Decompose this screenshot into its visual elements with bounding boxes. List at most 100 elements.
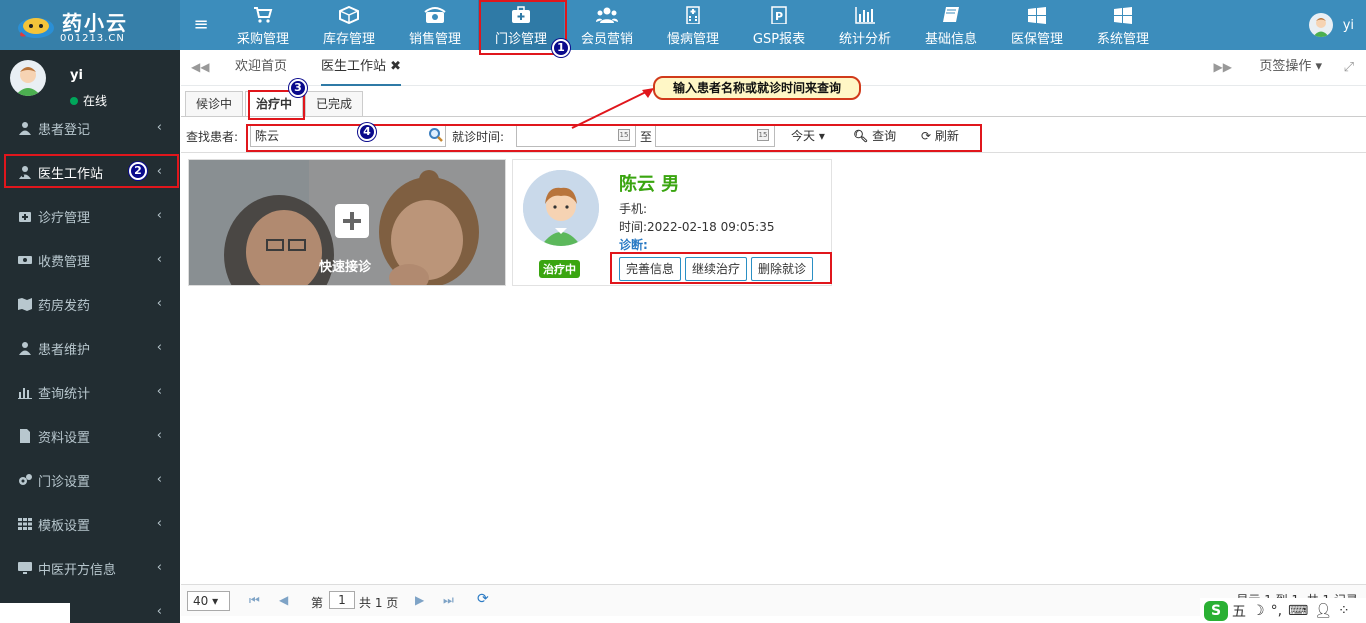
annotation-number: 4: [358, 123, 376, 141]
keyboard-icon: ⌨: [1288, 602, 1309, 619]
monitor-icon: [18, 562, 32, 574]
prev-page-icon[interactable]: ◀: [279, 593, 288, 607]
fullscreen-icon[interactable]: ⤢: [1344, 60, 1354, 75]
chevron-left-icon: ‹: [156, 516, 162, 531]
hospital-icon: [686, 6, 700, 24]
nav-inventory[interactable]: 库存管理: [306, 0, 392, 50]
annotation-number: 2: [129, 162, 147, 180]
user-menu[interactable]: yi: [1308, 12, 1354, 38]
sidebar-item-clinic-settings[interactable]: 门诊设置 ‹: [0, 458, 180, 502]
sidebar-item-label: 门诊设置: [38, 474, 91, 490]
tab-home[interactable]: 欢迎首页: [235, 50, 287, 86]
page-ops-dropdown[interactable]: 页签操作 ▾: [1259, 50, 1322, 84]
user-icon: [19, 342, 31, 355]
caret-down-icon: ▾: [1315, 59, 1322, 74]
page-size-select[interactable]: 40 ▾: [187, 591, 230, 611]
document-icon: [20, 429, 30, 443]
nav-basic[interactable]: 基础信息: [908, 0, 994, 50]
sidebar-user-name: yi: [70, 68, 83, 83]
sidebar-item-template-settings[interactable]: 模板设置 ‹: [0, 502, 180, 546]
sidebar-item-billing[interactable]: 收费管理 ‹: [0, 238, 180, 282]
nav-insurance[interactable]: 医保管理: [994, 0, 1080, 50]
quick-admit-label: 快速接诊: [319, 260, 372, 275]
nav-label: 系统管理: [1096, 32, 1149, 47]
sidebar-item-label: 患者登记: [38, 122, 91, 138]
ime-mode: 五: [1232, 603, 1246, 620]
sidebar-item-tcm-prescription[interactable]: 中医开方信息 ‹: [0, 546, 180, 590]
nav-purchase[interactable]: 采购管理: [220, 0, 306, 50]
sidebar-item-data-settings[interactable]: 资料设置 ‹: [0, 414, 180, 458]
tab-waiting[interactable]: 候诊中: [185, 91, 244, 117]
nav-label: 统计分析: [838, 32, 891, 47]
page-ops-label: 页签操作: [1259, 59, 1312, 74]
chevron-left-icon: ‹: [156, 604, 162, 619]
sidebar-item-patient-maintain[interactable]: 患者维护 ‹: [0, 326, 180, 370]
page-total: 共 1 页: [359, 596, 399, 610]
punctuation-icon: °,: [1270, 602, 1283, 619]
sidebar-item-query-stats[interactable]: 查询统计 ‹: [0, 370, 180, 414]
page-size-value: 40: [193, 594, 209, 608]
avatar: [1308, 13, 1333, 37]
nav-label: 基础信息: [924, 32, 977, 47]
annotation-box: [4, 154, 179, 188]
sidebar-item-label: 药房发药: [38, 298, 91, 314]
sidebar-item-treatment[interactable]: 诊疗管理 ‹: [0, 194, 180, 238]
sidebar-item-label: 中医开方信息: [38, 562, 117, 578]
status-badge: 治疗中: [539, 260, 580, 278]
sidebar-item-pharmacy[interactable]: 药房发药 ‹: [0, 282, 180, 326]
cube-icon: [339, 6, 359, 24]
sidebar-item-label: 模板设置: [38, 518, 91, 534]
top-header: 药小云 001213.CN ≡ 采购管理 库存管理 销售管理 门诊管理 会员营销…: [0, 0, 1366, 50]
sidebar-item-label: 诊疗管理: [38, 210, 91, 226]
main-content: 候诊中 治疗中 已完成 查找患者: 陈云 就诊时间: 15 至 15 今天 ▾ …: [181, 87, 1366, 623]
patient-name: 陈云 男: [619, 174, 680, 195]
logo-title: 药小云: [62, 11, 128, 35]
chevron-left-icon: ‹: [156, 120, 162, 135]
hamburger-icon[interactable]: ≡: [190, 14, 212, 36]
sidebar: yi 在线 患者登记 ‹ 医生工作站 ‹ 诊疗管理 ‹ 收费管理 ‹ 药房发药 ‹ 患者维…: [0, 50, 180, 623]
sogou-icon: S: [1204, 600, 1228, 621]
sidebar-item-label: 资料设置: [38, 430, 91, 446]
svg-text:P: P: [775, 10, 783, 23]
next-page-icon[interactable]: ▶: [415, 593, 424, 607]
nav-gsp[interactable]: P GSP报表: [736, 0, 822, 50]
page-number-input[interactable]: 1: [329, 591, 355, 609]
top-nav: 采购管理 库存管理 销售管理 门诊管理 会员营销 慢病管理 P GSP报表 统计: [220, 0, 1166, 50]
nav-member[interactable]: 会员营销: [564, 0, 650, 50]
nav-sales[interactable]: 销售管理: [392, 0, 478, 50]
nav-label: 销售管理: [408, 32, 461, 47]
nav-label: 慢病管理: [666, 32, 719, 47]
windows-icon: [1028, 7, 1046, 24]
nav-system[interactable]: 系统管理: [1080, 0, 1166, 50]
gears-icon: [19, 474, 32, 485]
chevron-left-icon: ‹: [156, 428, 162, 443]
app-logo[interactable]: 药小云 001213.CN: [0, 0, 180, 50]
quick-admit-card[interactable]: 快速接诊: [188, 159, 506, 286]
forward-icon[interactable]: ▶▶: [1214, 60, 1232, 74]
patient-time: 时间:2022-02-18 09:05:35: [619, 218, 775, 235]
first-page-icon[interactable]: ⏮: [249, 593, 260, 608]
add-icon: [335, 204, 369, 238]
sidebar-item-patient-register[interactable]: 患者登记 ‹: [0, 106, 180, 150]
close-icon[interactable]: ✖: [390, 59, 401, 74]
logo-mark-icon: [18, 18, 54, 38]
cart-icon: [254, 7, 273, 23]
reload-icon[interactable]: ⟳: [477, 591, 489, 607]
online-dot-icon: [70, 97, 78, 105]
avatar: [10, 60, 46, 96]
tab-completed[interactable]: 已完成: [305, 91, 364, 117]
file-p-icon: P: [771, 6, 787, 24]
logo-subtitle: 001213.CN: [60, 33, 125, 44]
backward-icon[interactable]: ◀◀: [191, 60, 209, 76]
nav-chronic[interactable]: 慢病管理: [650, 0, 736, 50]
ime-toolbar[interactable]: S 五 ☽ °, ⌨ 👤︎ ⁘: [1200, 598, 1366, 623]
divider: [181, 116, 1366, 117]
last-page-icon[interactable]: ⏭: [443, 593, 454, 608]
windows-icon: [1114, 7, 1132, 24]
patient-avatar: [523, 170, 599, 246]
medkit-icon: [19, 212, 31, 222]
chevron-left-icon: ‹: [156, 340, 162, 355]
tab-doctor-station[interactable]: 医生工作站 ✖: [321, 50, 402, 86]
map-icon: [18, 298, 32, 311]
nav-stats[interactable]: 统计分析: [822, 0, 908, 50]
